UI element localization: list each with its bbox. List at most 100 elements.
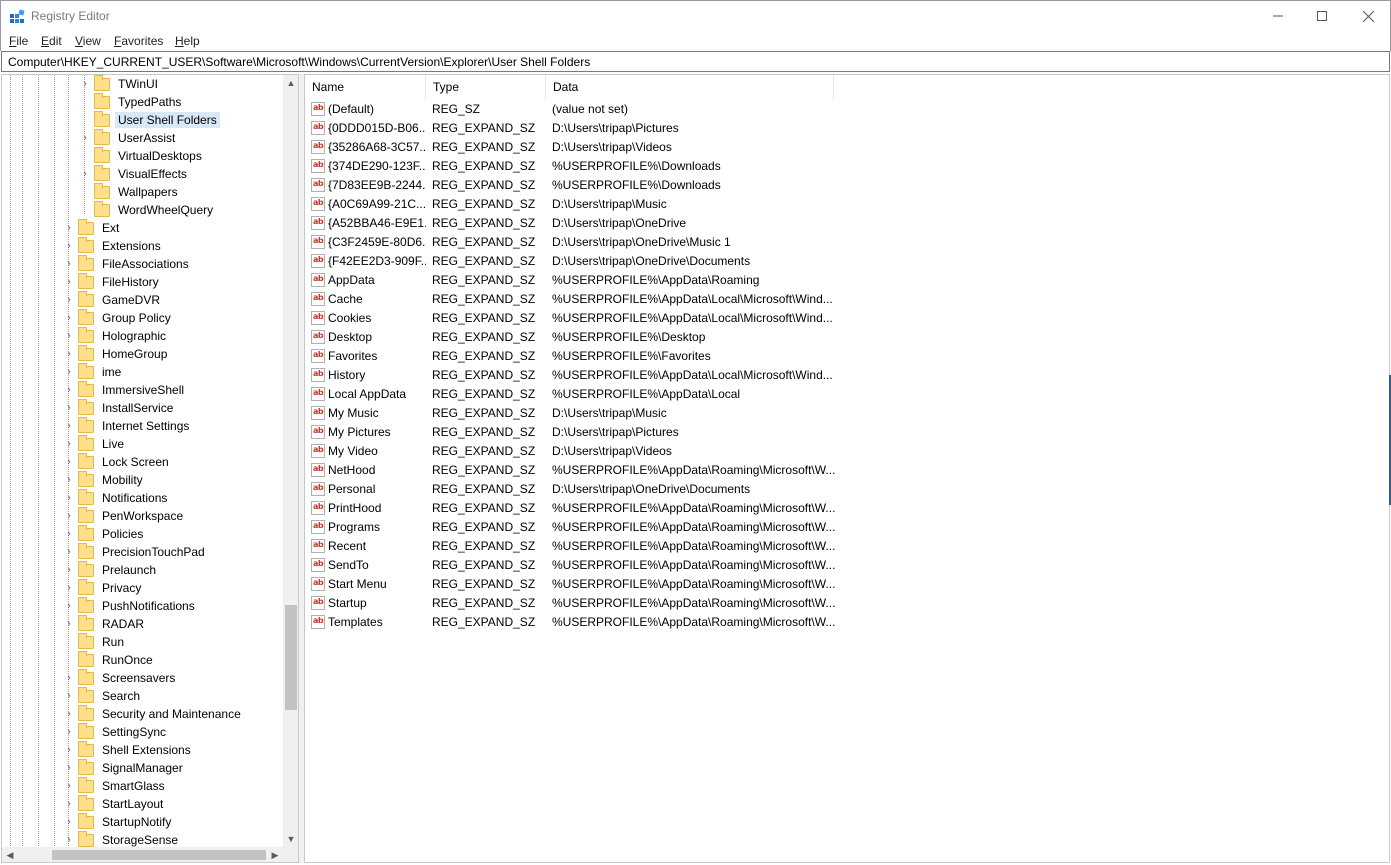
chevron-right-icon[interactable]: ›: [80, 75, 90, 93]
tree-item[interactable]: › Live: [64, 434, 127, 453]
tree-item[interactable]: › PrecisionTouchPad: [64, 542, 208, 561]
chevron-right-icon[interactable]: ›: [64, 507, 74, 525]
scroll-down-icon[interactable]: ▼: [283, 831, 298, 847]
chevron-right-icon[interactable]: ›: [64, 327, 74, 345]
tree-horizontal-scrollbar[interactable]: ◀ ▶: [2, 847, 283, 862]
tree-item[interactable]: User Shell Folders: [80, 110, 220, 129]
list-row[interactable]: ab Desktop REG_EXPAND_SZ %USERPROFILE%\Desk…: [305, 327, 1389, 346]
tree-item[interactable]: › SettingSync: [64, 722, 169, 741]
tree-item[interactable]: VirtualDesktops: [80, 146, 205, 165]
chevron-right-icon[interactable]: ›: [64, 579, 74, 597]
list-row[interactable]: ab {A0C69A99-21C... REG_EXPAND_SZ D:\Users\…: [305, 194, 1389, 213]
tree-item[interactable]: › Internet Settings: [64, 416, 192, 435]
list-row[interactable]: ab Start Menu REG_EXPAND_SZ %USERPROFILE%\A…: [305, 574, 1389, 593]
chevron-right-icon[interactable]: ›: [64, 309, 74, 327]
chevron-right-icon[interactable]: ›: [64, 489, 74, 507]
menu-favorites[interactable]: Favorites: [114, 34, 163, 48]
list-row[interactable]: ab Cookies REG_EXPAND_SZ %USERPROFILE%\AppD…: [305, 308, 1389, 327]
tree-item[interactable]: › PushNotifications: [64, 596, 198, 615]
tree-item[interactable]: › FileAssociations: [64, 254, 192, 273]
chevron-right-icon[interactable]: ›: [64, 381, 74, 399]
list-row[interactable]: ab My Pictures REG_EXPAND_SZ D:\Users\tripa…: [305, 422, 1389, 441]
chevron-right-icon[interactable]: ›: [64, 795, 74, 813]
tree-item[interactable]: › HomeGroup: [64, 344, 170, 363]
tree-item[interactable]: › Security and Maintenance: [64, 704, 244, 723]
tree-item[interactable]: › ime: [64, 362, 124, 381]
chevron-right-icon[interactable]: ›: [64, 813, 74, 831]
list-row[interactable]: ab {7D83EE9B-2244... REG_EXPAND_SZ %USERPRO…: [305, 175, 1389, 194]
chevron-right-icon[interactable]: ›: [64, 363, 74, 381]
menu-help[interactable]: Help: [175, 34, 200, 48]
chevron-right-icon[interactable]: ›: [80, 165, 90, 183]
list-row[interactable]: ab AppData REG_EXPAND_SZ %USERPROFILE%\AppD…: [305, 270, 1389, 289]
tree-vertical-scroll-thumb[interactable]: [285, 605, 297, 710]
menu-edit[interactable]: Edit: [41, 34, 62, 48]
chevron-right-icon[interactable]: ›: [64, 561, 74, 579]
list-row[interactable]: ab SendTo REG_EXPAND_SZ %USERPROFILE%\AppDa…: [305, 555, 1389, 574]
chevron-right-icon[interactable]: ›: [64, 255, 74, 273]
tree-item[interactable]: › Extensions: [64, 236, 164, 255]
tree-item[interactable]: › ImmersiveShell: [64, 380, 187, 399]
column-header-name[interactable]: Name: [305, 75, 426, 99]
list-row[interactable]: ab {374DE290-123F... REG_EXPAND_SZ %USERPRO…: [305, 156, 1389, 175]
scroll-right-icon[interactable]: ▶: [267, 847, 283, 862]
list-row[interactable]: ab History REG_EXPAND_SZ %USERPROFILE%\AppD…: [305, 365, 1389, 384]
menu-file[interactable]: File: [9, 34, 28, 48]
tree-vertical-scrollbar[interactable]: ▲ ▼: [283, 75, 298, 847]
key-tree[interactable]: › TWinUI TypedPaths User Shell Folders › User…: [1, 74, 299, 863]
list-row[interactable]: ab NetHood REG_EXPAND_SZ %USERPROFILE%\AppD…: [305, 460, 1389, 479]
tree-item[interactable]: › TWinUI: [80, 75, 161, 93]
tree-item[interactable]: › PenWorkspace: [64, 506, 186, 525]
tree-item[interactable]: › StartLayout: [64, 794, 166, 813]
list-row[interactable]: ab (Default) REG_SZ (value not set): [305, 99, 1389, 118]
list-row[interactable]: ab Startup REG_EXPAND_SZ %USERPROFILE%\AppD…: [305, 593, 1389, 612]
scroll-left-icon[interactable]: ◀: [2, 847, 18, 862]
list-row[interactable]: ab My Music REG_EXPAND_SZ D:\Users\tripap\M…: [305, 403, 1389, 422]
chevron-right-icon[interactable]: ›: [64, 399, 74, 417]
list-row[interactable]: ab Local AppData REG_EXPAND_SZ %USERPROFILE…: [305, 384, 1389, 403]
scroll-up-icon[interactable]: ▲: [283, 75, 298, 91]
list-row[interactable]: ab My Video REG_EXPAND_SZ D:\Users\tripap\V…: [305, 441, 1389, 460]
address-bar[interactable]: Computer\HKEY_CURRENT_USER\Software\Micr…: [1, 51, 1390, 72]
tree-item[interactable]: › VisualEffects: [80, 164, 190, 183]
list-row[interactable]: ab {0DDD015D-B06... REG_EXPAND_SZ D:\Users\…: [305, 118, 1389, 137]
menu-view[interactable]: View: [75, 34, 101, 48]
chevron-right-icon[interactable]: ›: [64, 345, 74, 363]
tree-item[interactable]: › InstallService: [64, 398, 176, 417]
list-row[interactable]: ab Programs REG_EXPAND_SZ %USERPROFILE%\App…: [305, 517, 1389, 536]
tree-item[interactable]: › Policies: [64, 524, 146, 543]
chevron-right-icon[interactable]: ›: [64, 597, 74, 615]
minimize-button[interactable]: [1255, 1, 1301, 31]
tree-item[interactable]: › StartupNotify: [64, 812, 174, 831]
chevron-right-icon[interactable]: ›: [64, 777, 74, 795]
chevron-right-icon[interactable]: ›: [64, 705, 74, 723]
values-list[interactable]: Name Type Data ab (Default) REG_SZ (value n…: [304, 74, 1390, 863]
tree-item[interactable]: › SignalManager: [64, 758, 186, 777]
list-row[interactable]: ab {A52BBA46-E9E1... REG_EXPAND_SZ D:\Users…: [305, 213, 1389, 232]
chevron-right-icon[interactable]: ›: [80, 129, 90, 147]
tree-item[interactable]: › Holographic: [64, 326, 169, 345]
column-header-type[interactable]: Type: [426, 75, 546, 99]
list-row[interactable]: ab {35286A68-3C57... REG_EXPAND_SZ D:\Users…: [305, 137, 1389, 156]
list-row[interactable]: ab PrintHood REG_EXPAND_SZ %USERPROFILE%\Ap…: [305, 498, 1389, 517]
chevron-right-icon[interactable]: ›: [64, 669, 74, 687]
list-row[interactable]: ab Templates REG_EXPAND_SZ %USERPROFILE%\Ap…: [305, 612, 1389, 631]
tree-item[interactable]: › SmartGlass: [64, 776, 168, 795]
tree-item[interactable]: › Search: [64, 686, 143, 705]
list-row[interactable]: ab Recent REG_EXPAND_SZ %USERPROFILE%\AppDa…: [305, 536, 1389, 555]
tree-item[interactable]: › GameDVR: [64, 290, 163, 309]
tree-item[interactable]: › Shell Extensions: [64, 740, 194, 759]
tree-item[interactable]: › Privacy: [64, 578, 144, 597]
list-row[interactable]: ab Personal REG_EXPAND_SZ D:\Users\tripap\O…: [305, 479, 1389, 498]
maximize-button[interactable]: [1299, 1, 1345, 31]
chevron-right-icon[interactable]: ›: [64, 453, 74, 471]
list-row[interactable]: ab {C3F2459E-80D6... REG_EXPAND_SZ D:\Users…: [305, 232, 1389, 251]
tree-item[interactable]: › Group Policy: [64, 308, 174, 327]
chevron-right-icon[interactable]: ›: [64, 741, 74, 759]
tree-item[interactable]: › Notifications: [64, 488, 170, 507]
chevron-right-icon[interactable]: ›: [64, 471, 74, 489]
chevron-right-icon[interactable]: ›: [64, 273, 74, 291]
chevron-right-icon[interactable]: ›: [64, 435, 74, 453]
chevron-right-icon[interactable]: ›: [64, 543, 74, 561]
tree-item[interactable]: › UserAssist: [80, 128, 178, 147]
